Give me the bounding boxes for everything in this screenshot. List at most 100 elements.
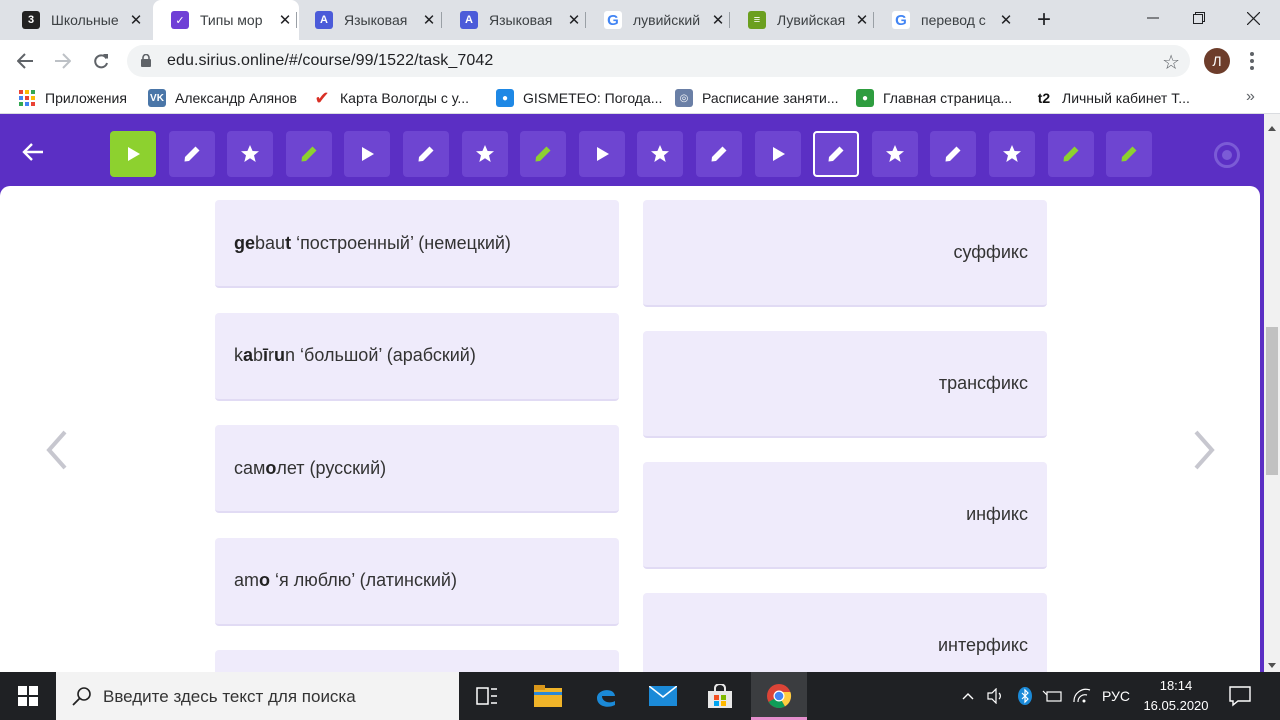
bookmark-item[interactable]: ● GISMETEO: Погода...: [496, 88, 662, 108]
tab-close-icon[interactable]: ✕: [996, 10, 1016, 30]
task-step-4[interactable]: [286, 131, 332, 177]
answer-card[interactable]: суффикс: [643, 200, 1047, 307]
example-card[interactable]: сам о лет (русский): [215, 425, 619, 513]
new-tab-button[interactable]: +: [1031, 6, 1057, 33]
minimize-button[interactable]: [1138, 6, 1168, 30]
example-card[interactable]: ge bau t ‘построенный’ (немецкий): [215, 200, 619, 288]
browser-menu-icon[interactable]: [1245, 48, 1259, 74]
clock[interactable]: 18:14 16.05.2020: [1128, 676, 1224, 716]
forward-button[interactable]: [50, 48, 76, 74]
bookmark-item[interactable]: VK Александр Алянов: [148, 88, 297, 108]
task-step-7[interactable]: [462, 131, 508, 177]
restore-button[interactable]: [1184, 6, 1214, 30]
bookmark-item[interactable]: ✔ Карта Вологды с у...: [313, 88, 469, 108]
mail-button[interactable]: [635, 672, 691, 720]
reload-icon: [94, 54, 108, 69]
answer-card[interactable]: трансфикс: [643, 331, 1047, 438]
tab-close-icon[interactable]: ✕: [564, 10, 584, 30]
bookmark-star-icon[interactable]: ☆: [1162, 50, 1180, 75]
course-back-button[interactable]: [20, 137, 46, 167]
power-icon[interactable]: [1040, 672, 1064, 720]
pencil-icon: [535, 146, 551, 162]
task-step-14[interactable]: [872, 131, 918, 177]
bookmark-item[interactable]: Приложения: [18, 88, 127, 108]
bookmark-label: Главная страница...: [883, 90, 1013, 106]
address-bar[interactable]: edu.sirius.online/#/course/99/1522/task_…: [127, 45, 1190, 77]
star-icon: [241, 145, 259, 162]
scrollbar-thumb[interactable]: [1266, 327, 1278, 475]
gismeteo-drop-icon: ●: [496, 89, 514, 107]
file-explorer-button[interactable]: [520, 672, 576, 720]
answer-label: инфикс: [966, 504, 1028, 524]
back-button[interactable]: [12, 48, 38, 74]
tab-close-icon[interactable]: ✕: [275, 10, 295, 30]
example-card[interactable]: am o ‘я люблю’ (латинский): [215, 537, 619, 626]
task-step-11[interactable]: [696, 131, 742, 177]
answer-card[interactable]: инфикс: [643, 462, 1047, 569]
profile-avatar[interactable]: Л: [1204, 48, 1230, 74]
pencil-icon: [1063, 146, 1079, 162]
chrome-button[interactable]: [751, 672, 807, 720]
task-step-13[interactable]: [813, 131, 859, 177]
example-card[interactable]: kabīrun ‘большой’ (арабский): [215, 312, 619, 401]
example-text: ‘построенный’ (немецкий): [291, 232, 511, 253]
scroll-down-icon[interactable]: [1268, 663, 1276, 668]
task-step-2[interactable]: [169, 131, 215, 177]
close-window-button[interactable]: [1238, 6, 1268, 30]
task-step-5[interactable]: [344, 131, 390, 177]
browser-tab[interactable]: A Языковая ✕: [442, 0, 588, 40]
previous-arrow-icon[interactable]: [43, 426, 73, 474]
reload-button[interactable]: [88, 48, 114, 74]
task-step-12[interactable]: [755, 131, 801, 177]
clock-time: 18:14: [1159, 678, 1193, 693]
task-step-1[interactable]: [110, 131, 156, 177]
browser-tab[interactable]: ≡ Лувийская ✕: [730, 0, 876, 40]
store-button[interactable]: [692, 672, 748, 720]
start-button[interactable]: [0, 672, 56, 720]
tab-title: лувийский: [633, 12, 701, 28]
bluetooth-icon[interactable]: [1014, 672, 1036, 720]
loading-indicator-icon: [1214, 142, 1240, 168]
tab-close-icon[interactable]: ✕: [126, 10, 146, 30]
edge-button[interactable]: [578, 672, 634, 720]
volume-icon[interactable]: [984, 672, 1008, 720]
chrome-icon: [767, 684, 792, 709]
tab-close-icon[interactable]: ✕: [708, 10, 728, 30]
bookmark-item[interactable]: t2 Личный кабинет Т...: [1035, 88, 1190, 108]
notification-center-icon[interactable]: [1228, 685, 1252, 707]
task-step-6[interactable]: [403, 131, 449, 177]
browser-tab[interactable]: Gлувийский ✕: [586, 0, 732, 40]
browser-tab[interactable]: A Языковая ✕: [297, 0, 443, 40]
task-step-18[interactable]: [1106, 131, 1152, 177]
page-scrollbar[interactable]: [1264, 114, 1280, 672]
task-step-3[interactable]: [227, 131, 273, 177]
play-icon: [128, 147, 140, 161]
morpheme-highlight: o: [259, 570, 271, 590]
answer-label: суффикс: [953, 242, 1028, 262]
scroll-up-icon[interactable]: [1268, 126, 1276, 131]
tab-close-icon[interactable]: ✕: [419, 10, 439, 30]
task-view-button[interactable]: [459, 672, 515, 720]
task-step-15[interactable]: [930, 131, 976, 177]
bookmark-item[interactable]: ◎ Расписание заняти...: [675, 88, 839, 108]
show-hidden-icons-icon[interactable]: [958, 672, 978, 720]
browser-tab[interactable]: 3 Школьные ✕: [4, 0, 150, 40]
next-arrow-icon[interactable]: [1188, 426, 1218, 474]
morpheme-highlight: a: [243, 345, 254, 365]
answer-card[interactable]: интерфикс: [643, 593, 1047, 672]
wifi-icon[interactable]: [1070, 672, 1094, 720]
tab-close-icon[interactable]: ✕: [852, 10, 872, 30]
task-step-8[interactable]: [520, 131, 566, 177]
task-step-17[interactable]: [1048, 131, 1094, 177]
bookmark-item[interactable]: ● Главная страница...: [856, 88, 1012, 108]
taskbar-search[interactable]: Введите здесь текст для поиска: [56, 672, 459, 720]
browser-tab[interactable]: ✓ Типы мор ✕: [153, 0, 299, 40]
task-step-10[interactable]: [637, 131, 683, 177]
search-icon: [72, 687, 91, 706]
browser-tab[interactable]: Gперевод с ✕: [874, 0, 1020, 40]
leaf-icon: ●: [856, 89, 874, 107]
task-step-9[interactable]: [579, 131, 625, 177]
task-step-16[interactable]: [989, 131, 1035, 177]
example-card[interactable]: [215, 650, 619, 672]
bookmarks-overflow-icon[interactable]: »: [1246, 88, 1255, 106]
